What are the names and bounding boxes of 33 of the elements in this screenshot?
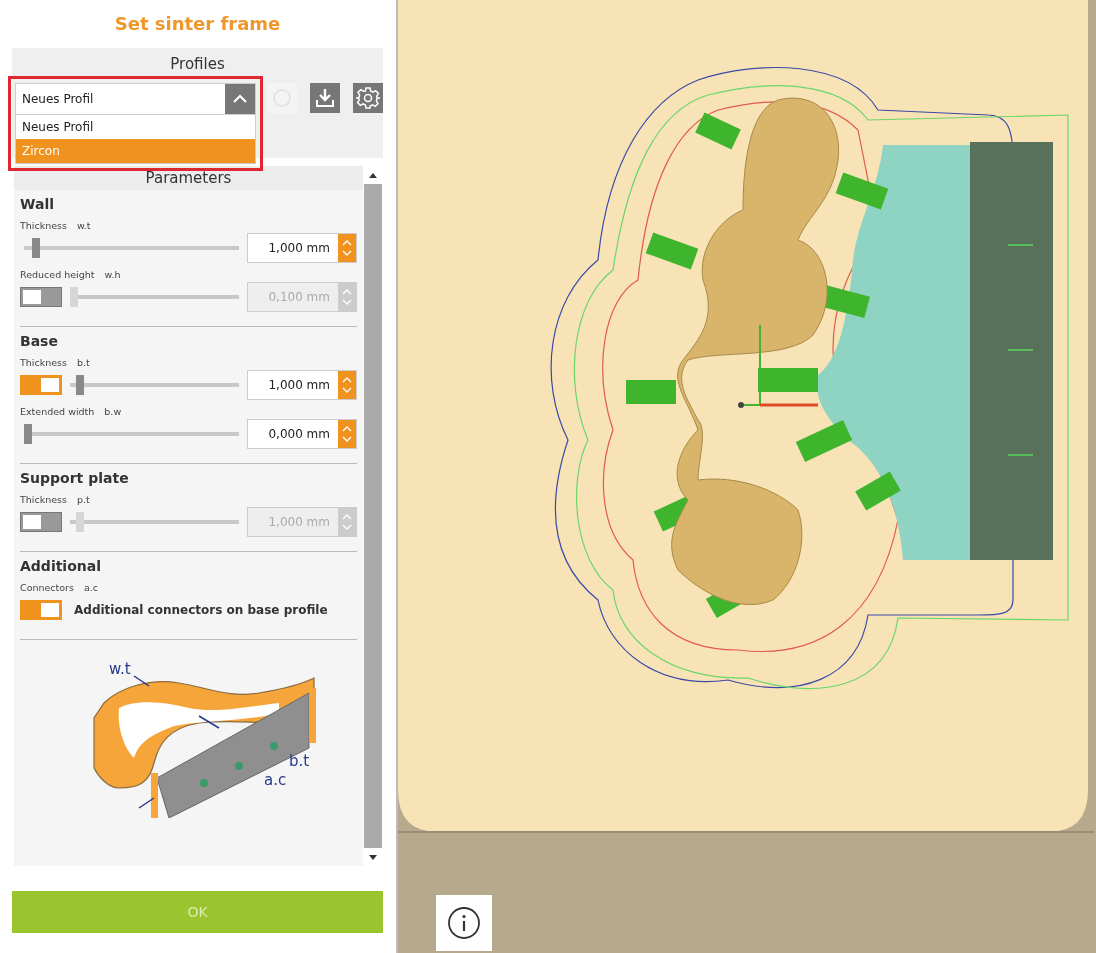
- download-icon[interactable]: [310, 83, 340, 113]
- toggle-switch[interactable]: [20, 600, 62, 620]
- parameter-code: p.t: [76, 494, 90, 505]
- parameter-label: Thickness: [20, 357, 67, 368]
- parameter-code: w.h: [104, 269, 121, 280]
- parameter-code: a.c: [83, 582, 99, 593]
- panel-title: Set sinter frame: [113, 12, 282, 36]
- parameter-label: Extended width: [20, 406, 95, 417]
- parameter-label: Thickness: [20, 494, 67, 505]
- profiles-heading: Profiles: [169, 54, 226, 75]
- switch-label: Additional connectors on base profile: [74, 603, 328, 617]
- info-icon[interactable]: [436, 895, 492, 951]
- diagram-label: a.c: [263, 771, 286, 789]
- parameter-label: Thickness: [20, 220, 67, 231]
- chevron-icon[interactable]: [225, 84, 255, 114]
- parameter-code: b.w: [104, 406, 122, 417]
- parameter-code: w.t: [76, 220, 91, 231]
- settings-icon[interactable]: [353, 83, 383, 113]
- section-title: Wall: [20, 196, 55, 212]
- dropdown-option[interactable]: Neues Profil: [16, 115, 255, 139]
- diagram-label: w.t: [108, 660, 131, 678]
- section-title: Support plate: [20, 470, 130, 486]
- slider-thumb[interactable]: [32, 238, 41, 258]
- parameter-label: Reduced height: [20, 269, 95, 280]
- toggle-switch[interactable]: [20, 375, 62, 395]
- parameter-code: b.t: [76, 357, 90, 368]
- profile-dropdown[interactable]: Neues Profil: [15, 83, 256, 115]
- slider-thumb[interactable]: [76, 375, 85, 395]
- diagram-label: b.t: [288, 752, 309, 770]
- parameter-label: Connectors: [20, 582, 74, 593]
- section-title: Additional: [20, 558, 102, 574]
- section-title: Base: [20, 333, 59, 349]
- slider-thumb[interactable]: [24, 424, 32, 444]
